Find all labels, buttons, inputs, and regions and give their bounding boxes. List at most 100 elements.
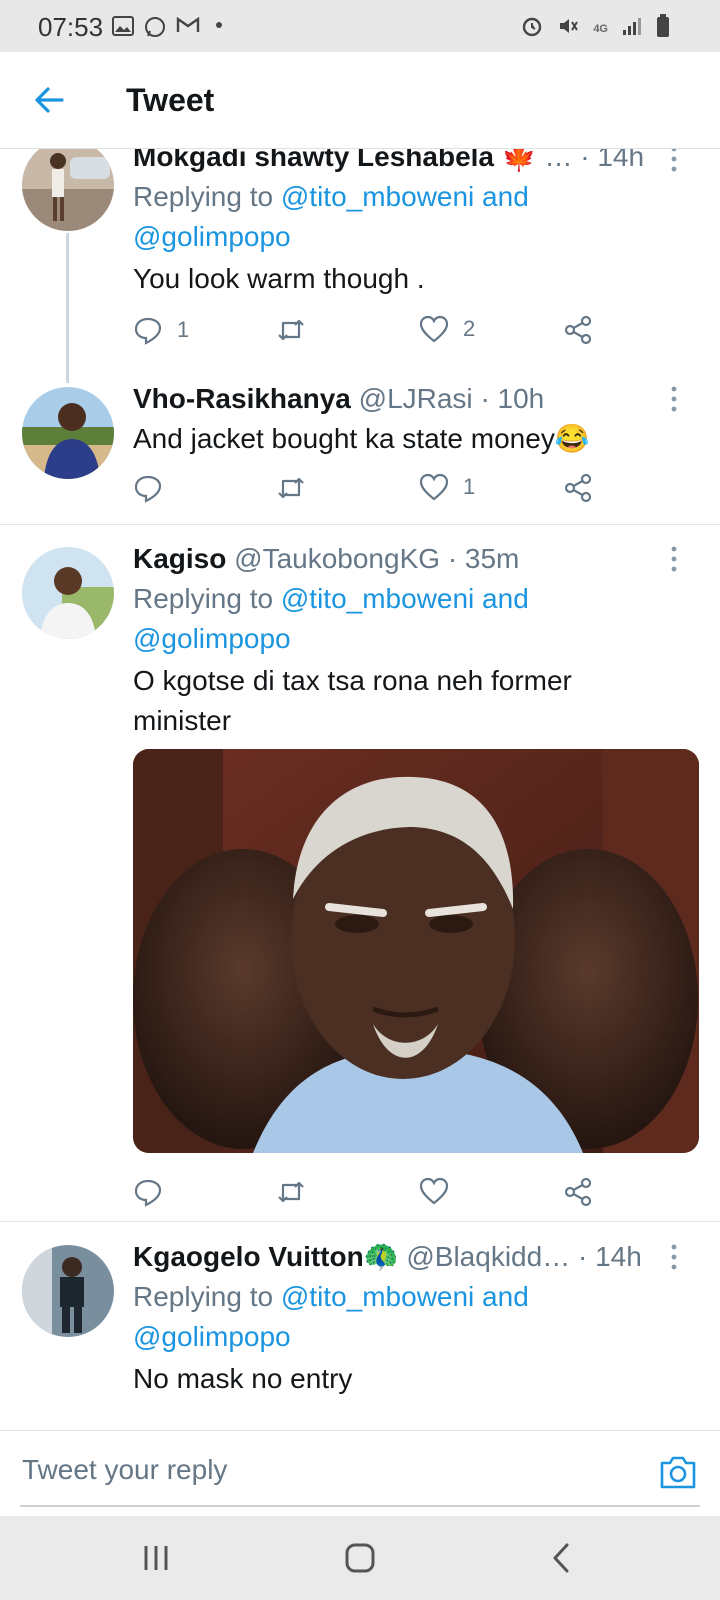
status-right-icons: 4G [521,14,670,43]
more-notifications-dot-icon [216,22,222,28]
tweet-author-handle[interactable]: @Blaqkidd… [406,1241,570,1272]
like-button[interactable]: 2 [419,315,475,343]
gallery-notification-icon [112,16,134,41]
avatar[interactable] [22,547,114,639]
tweet-divider [0,524,720,525]
back-button[interactable] [32,82,68,118]
reply-icon [134,317,162,345]
tweet-item[interactable]: Mokgadi shawty Leshabela 🍁 … · 14h Reply… [0,149,720,379]
share-icon [564,1177,592,1207]
tweet-header: Mokgadi shawty Leshabela 🍁 … · 14h [133,149,693,175]
more-options-icon[interactable] [668,545,680,573]
tweet-text: You look warm though . [133,263,425,294]
retweet-icon [278,1181,304,1203]
tweet-time: · 14h [577,1241,642,1272]
camera-icon [660,1456,696,1489]
signal-icon [622,16,642,41]
replying-to-prefix: Replying to [133,181,281,212]
chevron-left-icon [553,1543,569,1573]
reply-button[interactable] [133,473,177,503]
system-back-button[interactable] [540,1536,584,1580]
retweet-icon [278,319,304,341]
system-nav-bar [0,1516,720,1600]
reply-button[interactable]: 1 [133,315,189,345]
avatar[interactable] [22,387,114,479]
more-options-icon[interactable] [668,1243,680,1271]
reply-input-underline [20,1505,700,1507]
tweet-actions [133,1177,613,1213]
tweet-reply-input[interactable] [20,1441,644,1499]
tweet-header: Kgaogelo Vuitton🦚 @Blaqkidd… · 14h [133,1239,693,1275]
retweet-button[interactable] [275,315,321,345]
replying-to-prefix: Replying to [133,1281,281,1312]
share-icon [564,473,592,503]
mute-icon [557,15,579,42]
replying-to-line: Replying to @tito_mboweni and [133,1277,693,1317]
replying-to-line-2: @golimpopo [133,619,693,659]
replying-to-link-2[interactable]: @golimpopo [133,623,291,654]
tweet-actions: 1 2 [133,315,613,351]
tweet-time: · 14h [580,149,645,172]
more-options-icon[interactable] [668,149,680,173]
status-time: 07:53 [38,12,104,42]
reply-composer [0,1430,720,1515]
replying-to-link-2[interactable]: @golimpopo [133,1321,291,1352]
tweet-header: Kagiso @TaukobongKG · 35m [133,541,693,577]
heart-icon [419,315,449,343]
retweet-button[interactable] [275,473,321,503]
tweet-text: And jacket bought ka state money😂 [133,423,590,454]
replying-to-link[interactable]: @tito_mboweni and [281,583,529,614]
battery-icon [656,14,670,43]
share-button[interactable] [563,1177,593,1207]
tweet-media-image[interactable] [133,749,699,1153]
maple-leaf-emoji: 🍁 [501,149,537,172]
like-count: 1 [463,474,476,499]
reply-icon [134,475,162,503]
home-button[interactable] [338,1536,382,1580]
more-options-icon[interactable] [668,385,680,413]
tweet-divider [0,1221,720,1222]
share-button[interactable] [563,473,593,503]
gmail-notification-icon [176,16,200,39]
heart-icon [419,473,449,501]
whatsapp-notification-icon [144,16,166,43]
tweet-time: · 10h [480,383,545,414]
tweet-item[interactable]: Kgaogelo Vuitton🦚 @Blaqkidd… · 14h Reply… [0,1241,720,1429]
replying-to-link-2[interactable]: @golimpopo [133,221,291,252]
tweet-author-handle[interactable]: @LJRasi [359,383,473,414]
recent-apps-button[interactable] [134,1536,178,1580]
like-button[interactable]: 1 [419,473,475,501]
tweet-item[interactable]: Vho-Rasikhanya @LJRasi · 10h And jacket … [0,383,720,523]
share-icon [564,315,592,345]
tweet-author-name[interactable]: Kagiso [133,543,226,574]
like-count: 2 [463,316,476,341]
tweet-author-name[interactable]: Mokgadi shawty Leshabela [133,149,494,172]
camera-button[interactable] [658,1453,698,1491]
home-icon [345,1543,375,1573]
tweet-author-name[interactable]: Kgaogelo Vuitton🦚 [133,1241,399,1272]
reply-icon [134,1179,162,1207]
tweet-author-name[interactable]: Vho-Rasikhanya [133,383,351,414]
replying-to-line: Replying to @tito_mboweni and [133,177,693,217]
back-arrow-icon [35,87,64,113]
reply-button[interactable] [133,1177,177,1207]
tweet-author-handle[interactable]: @TaukobongKG [234,543,440,574]
replying-to-link[interactable]: @tito_mboweni and [281,181,529,212]
tweet-author-handle[interactable]: … [544,149,572,172]
avatar[interactable] [22,1245,114,1337]
retweet-button[interactable] [275,1177,321,1207]
tweet-item[interactable]: Kagiso @TaukobongKG · 35m Replying to @t… [0,543,720,1225]
share-button[interactable] [563,315,593,345]
app-header: Tweet [0,52,720,149]
reply-count: 1 [177,317,190,342]
heart-icon [419,1177,449,1205]
retweet-icon [278,477,304,499]
tweet-text: O kgotse di tax tsa rona neh former mini… [133,665,572,736]
alarm-icon [521,15,543,42]
like-button[interactable] [419,1177,463,1205]
replying-to-link[interactable]: @tito_mboweni and [281,1281,529,1312]
avatar[interactable] [22,149,114,231]
replying-to-line: Replying to @tito_mboweni and [133,579,693,619]
tweet-time: · 35m [447,543,520,574]
tweet-timeline[interactable]: Mokgadi shawty Leshabela 🍁 … · 14h Reply… [0,149,720,1429]
